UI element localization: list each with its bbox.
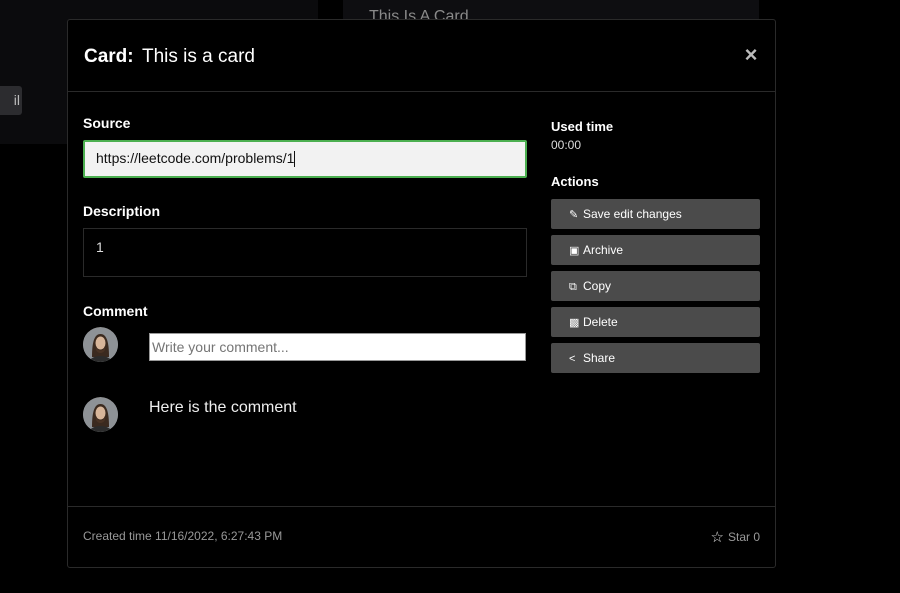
pencil-icon: ✎ bbox=[569, 209, 579, 221]
card-modal: Card: This is a card × Source https://le… bbox=[67, 19, 776, 568]
actions-label: Actions bbox=[551, 174, 599, 189]
avatar bbox=[83, 327, 118, 362]
archive-button[interactable]: ▣ Archive bbox=[551, 235, 760, 265]
share-icon: < bbox=[569, 353, 576, 365]
description-field[interactable]: 1 bbox=[83, 228, 527, 277]
modal-title-label: Card: bbox=[84, 46, 134, 67]
text-caret bbox=[294, 151, 296, 168]
source-input[interactable]: https://leetcode.com/problems/1 bbox=[83, 140, 527, 178]
avatar-icon bbox=[83, 327, 118, 362]
share-button[interactable]: < Share bbox=[551, 343, 760, 373]
comment-input[interactable] bbox=[149, 333, 526, 361]
description-value: 1 bbox=[96, 239, 104, 255]
used-time-value: 00:00 bbox=[551, 138, 582, 152]
trash-icon: ▩ bbox=[569, 317, 580, 329]
star-icon: ☆ bbox=[710, 529, 724, 546]
copy-label: Copy bbox=[583, 279, 612, 293]
archive-icon: ▣ bbox=[569, 245, 580, 257]
copy-icon: ⧉ bbox=[569, 281, 577, 293]
used-time-label: Used time bbox=[551, 119, 614, 134]
archive-label: Archive bbox=[583, 243, 624, 257]
star-button[interactable]: ☆ Star 0 bbox=[711, 528, 760, 546]
modal-title: This is a card bbox=[142, 46, 255, 67]
close-icon[interactable]: × bbox=[741, 44, 761, 66]
comment-text: Here is the comment bbox=[149, 399, 297, 416]
modal-footer: Created time 11/16/2022, 6:27:43 PM ☆ Sta… bbox=[68, 506, 775, 567]
share-label: Share bbox=[583, 351, 616, 365]
source-label: Source bbox=[83, 115, 131, 131]
copy-button[interactable]: ⧉ Copy bbox=[551, 271, 760, 301]
avatar-icon bbox=[83, 397, 118, 432]
background-button-label: il bbox=[13, 92, 20, 108]
star-label: Star 0 bbox=[727, 530, 760, 544]
modal-header: Card: This is a card × bbox=[68, 20, 775, 92]
delete-label: Delete bbox=[583, 315, 618, 329]
delete-button[interactable]: ▩ Delete bbox=[551, 307, 760, 337]
comment-avatar bbox=[83, 397, 118, 432]
save-edit-label: Save edit changes bbox=[583, 207, 682, 221]
created-time: Created time 11/16/2022, 6:27:43 PM bbox=[83, 529, 283, 543]
source-value: https://leetcode.com/problems/1 bbox=[96, 150, 295, 166]
comment-label: Comment bbox=[83, 303, 148, 319]
save-edit-button[interactable]: ✎ Save edit changes bbox=[551, 199, 760, 229]
description-label: Description bbox=[83, 203, 161, 219]
background-button[interactable]: il bbox=[0, 86, 22, 115]
